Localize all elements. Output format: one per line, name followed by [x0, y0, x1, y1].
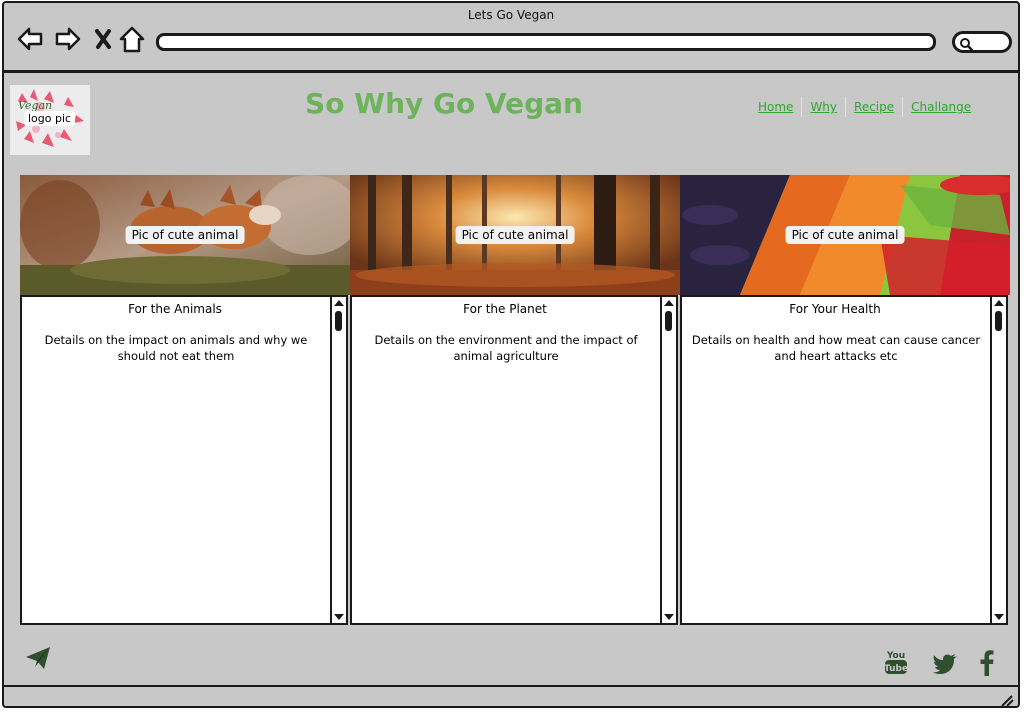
vertical-scrollbar[interactable]	[330, 297, 346, 623]
hero-image-label: Pic of cute animal	[785, 226, 905, 244]
resize-grip-icon[interactable]	[998, 693, 1014, 707]
browser-toolbar: Lets Go Vegan	[4, 3, 1018, 73]
youtube-icon: You Tube	[884, 651, 908, 674]
forward-arrow-icon	[55, 27, 81, 51]
content-panel-planet[interactable]: For the Planet Details on the environmen…	[350, 295, 678, 625]
panel-body-text: Details on the impact on animals and why…	[44, 333, 308, 363]
hero-image-label: Pic of cute animal	[125, 226, 245, 244]
browser-status-bar	[4, 685, 1018, 707]
panel-body-text: Details on the environment and the impac…	[374, 333, 638, 363]
hero-image-planet: Pic of cute animal	[350, 175, 680, 295]
panel-heading: For the Animals	[128, 302, 222, 316]
browser-window: Lets Go Vegan Vegan logo pic So Why Go V…	[2, 1, 1020, 708]
vertical-scrollbar[interactable]	[660, 297, 676, 623]
page-title: So Why Go Vegan	[305, 87, 583, 120]
main-nav: Home Why Recipe Challange	[750, 96, 979, 118]
panel-heading: For the Planet	[463, 302, 547, 316]
twitter-icon	[933, 654, 957, 674]
hero-image-animals: Pic of cute animal	[20, 175, 350, 295]
nav-link-home[interactable]: Home	[750, 100, 801, 114]
search-icon	[960, 38, 973, 51]
svg-text:Tube: Tube	[884, 664, 908, 674]
home-icon	[119, 26, 145, 53]
paper-plane-icon	[26, 647, 50, 669]
scroll-up-arrow-icon[interactable]	[333, 298, 345, 308]
scroll-thumb[interactable]	[665, 311, 672, 331]
back-arrow-icon	[17, 27, 43, 51]
content-panel-health[interactable]: For Your Health Details on health and ho…	[680, 295, 1008, 625]
scroll-down-arrow-icon[interactable]	[993, 612, 1005, 622]
nav-link-why[interactable]: Why	[802, 100, 845, 114]
home-button[interactable]	[118, 25, 146, 53]
facebook-link[interactable]	[978, 650, 994, 680]
hero-image-label: Pic of cute animal	[455, 226, 575, 244]
send-button[interactable]	[24, 645, 52, 675]
panel-heading: For Your Health	[789, 302, 881, 316]
hero-image-health: Pic of cute animal	[680, 175, 1010, 295]
logo-placeholder-label: logo pic	[24, 111, 76, 126]
nav-link-challange[interactable]: Challange	[903, 100, 979, 114]
scroll-up-arrow-icon[interactable]	[993, 298, 1005, 308]
stop-button[interactable]	[92, 25, 120, 53]
window-title: Lets Go Vegan	[467, 8, 555, 22]
scroll-thumb[interactable]	[995, 311, 1002, 331]
scroll-down-arrow-icon[interactable]	[333, 612, 345, 622]
vertical-scrollbar[interactable]	[990, 297, 1006, 623]
svg-text:You: You	[886, 651, 905, 661]
forward-button[interactable]	[54, 25, 82, 53]
scroll-thumb[interactable]	[335, 311, 342, 331]
back-button[interactable]	[16, 25, 44, 53]
content-panel-animals[interactable]: For the Animals Details on the impact on…	[20, 295, 348, 625]
scroll-up-arrow-icon[interactable]	[663, 298, 675, 308]
browser-search-button[interactable]	[952, 31, 1012, 53]
nav-link-recipe[interactable]: Recipe	[846, 100, 902, 114]
panel-body-text: Details on health and how meat can cause…	[691, 333, 981, 363]
address-bar[interactable]	[156, 33, 936, 51]
facebook-icon	[980, 650, 994, 676]
close-icon	[95, 29, 111, 49]
logo-image[interactable]: Vegan logo pic	[10, 85, 90, 155]
scroll-down-arrow-icon[interactable]	[663, 612, 675, 622]
twitter-link[interactable]	[932, 653, 958, 679]
youtube-link[interactable]: You Tube	[884, 648, 908, 680]
